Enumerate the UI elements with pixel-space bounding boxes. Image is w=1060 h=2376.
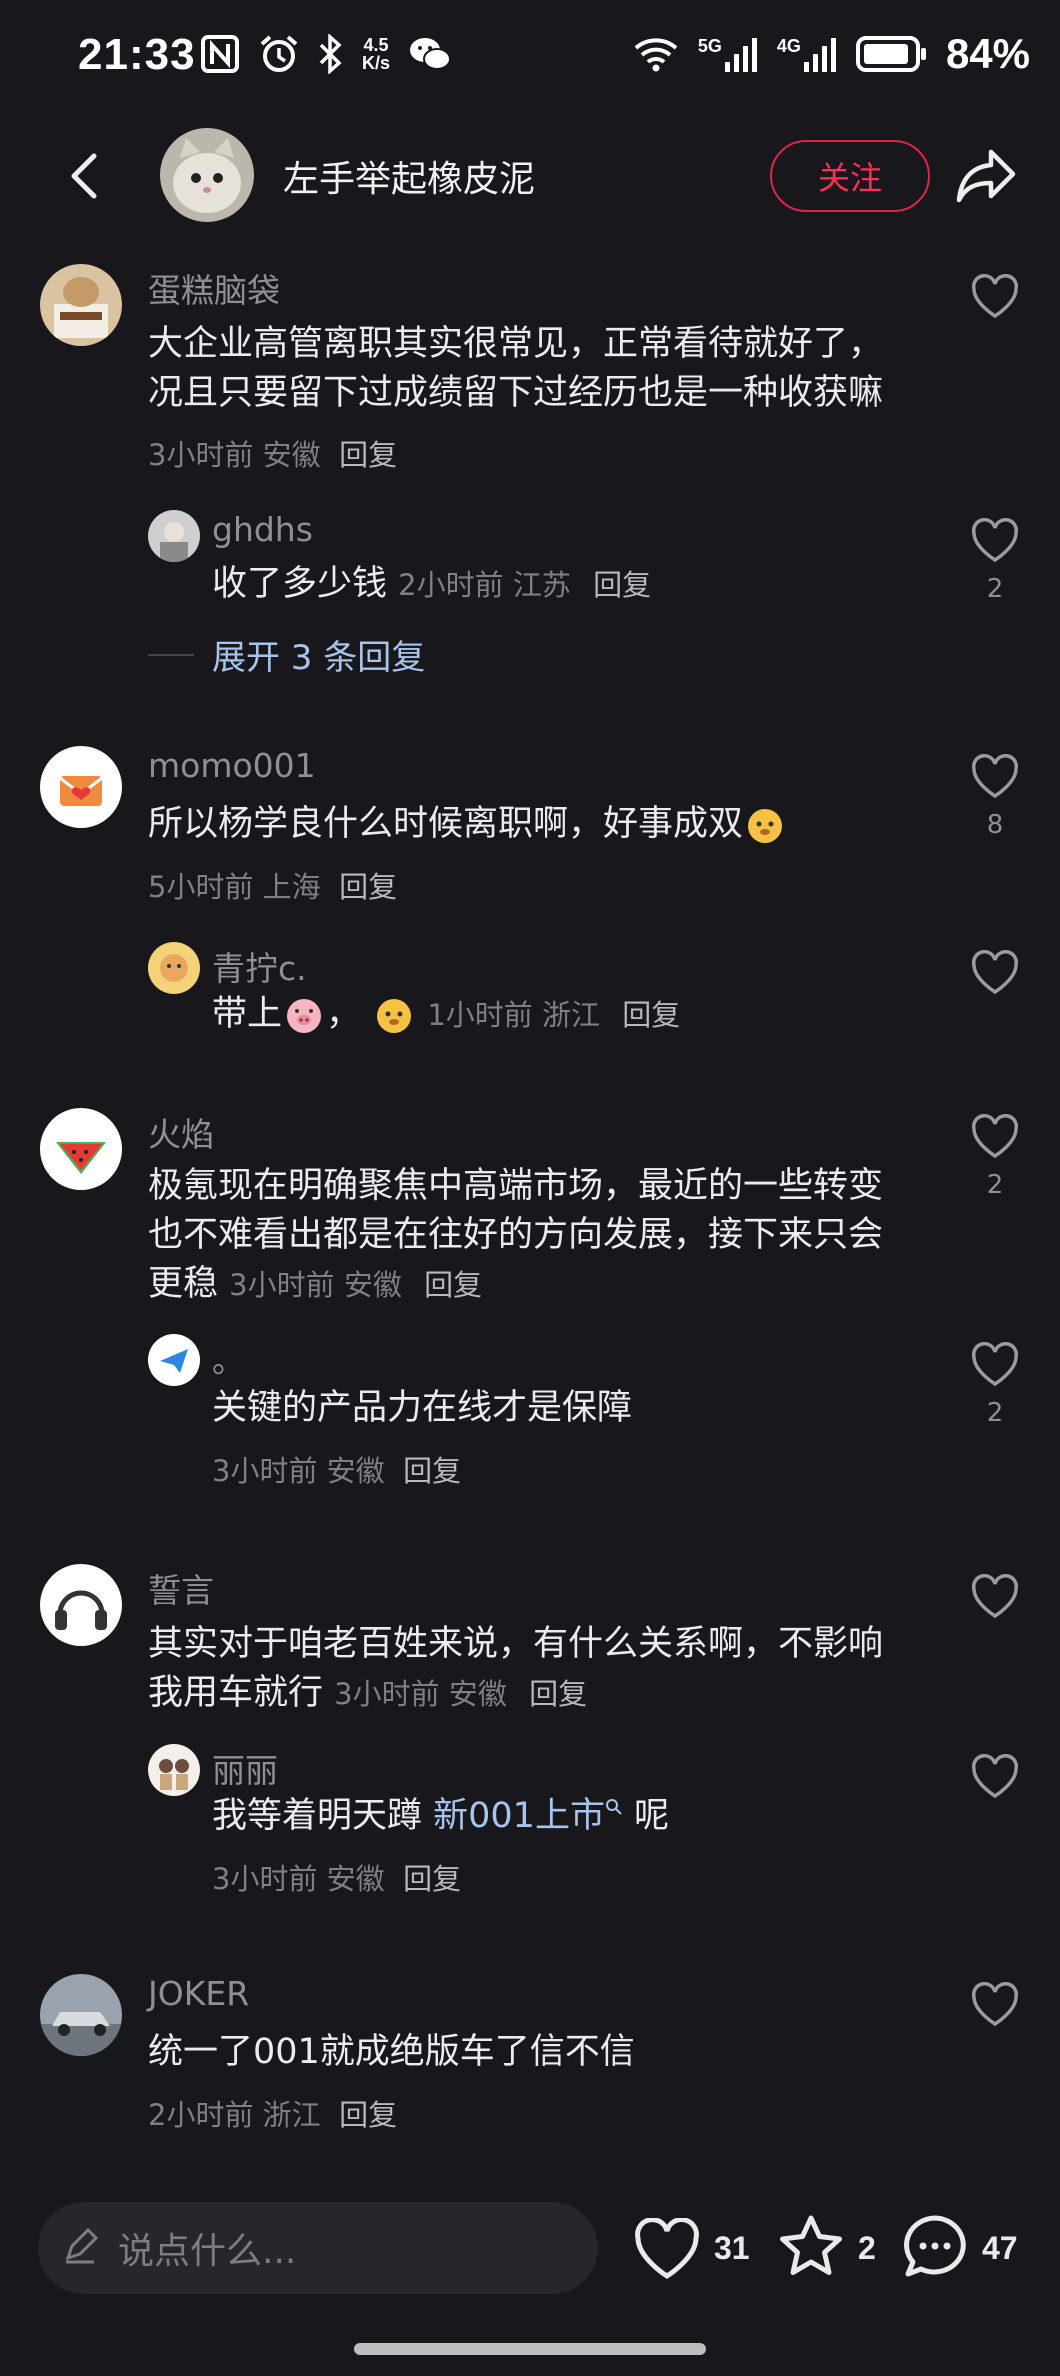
comment-meta: 3小时前 安徽 [229,1268,402,1302]
signal-4g: 4G [777,36,838,72]
comment-meta: 3小时前 安徽 回复 [212,1862,462,1896]
comment-text: 统一了001就成绝版车了信不信 [148,2032,635,2072]
comment-username[interactable]: 。 [212,1334,245,1382]
comment-input-placeholder[interactable]: 说点什么... [118,2222,296,2274]
bluetooth-icon [319,34,342,74]
comment-meta: 3小时前 安徽 回复 [148,438,398,472]
status-icons-right: 5G 4G 84% [632,30,1030,78]
like-heart-icon[interactable] [970,1342,1020,1388]
reply-button[interactable]: 回复 [403,1862,461,1896]
like-count: 2 [986,1398,1004,1428]
status-bar: 21:33 4.5 K/s 5G 4G 84% [0,0,1060,116]
pig-emoji-icon [287,999,322,1033]
reply-button[interactable]: 回复 [403,1454,461,1488]
avatar[interactable] [40,1108,122,1190]
comment-meta: 3小时前 安徽 [334,1677,507,1711]
alarm-icon [260,35,298,72]
divider [148,653,194,656]
comment-text: 极氪现在明确聚焦中高端市场，最近的一些转变 也不难看出都是在往好的方向发展，接下… [148,1166,884,1304]
battery-percent: 84% [945,30,1030,77]
like-heart-icon[interactable] [970,274,1020,320]
like-heart-icon[interactable] [970,518,1020,564]
star-icon[interactable] [776,2212,846,2282]
follow-button[interactable]: 关注 [770,140,930,212]
signal-bars-icon [803,38,836,72]
topic-link[interactable]: 新001上市 [433,1796,605,1836]
reply-button[interactable]: 回复 [622,998,680,1032]
wechat-icon [410,38,452,70]
battery-icon [855,36,926,72]
comment-text: 其实对于咱老百姓来说，有什么关系啊，不影响 我用车就行 3小时前 安徽 回复 [148,1624,884,1713]
author-avatar[interactable] [160,128,254,222]
share-icon[interactable] [955,146,1017,204]
signal-bars-icon [724,38,757,72]
reply-button[interactable]: 回复 [339,2098,397,2132]
reply-button[interactable]: 回复 [424,1268,482,1302]
status-icons-left: 4.5 K/s [200,34,452,74]
comment-username[interactable]: JOKER [148,1974,249,2013]
comment-username[interactable]: ghdhs [212,510,313,549]
net-speed: 4.5 K/s [362,35,391,73]
like-heart-icon[interactable] [970,950,1020,996]
avatar[interactable] [40,264,122,346]
comment-username[interactable]: momo001 [148,746,316,785]
comment-username[interactable]: 青拧c. [212,942,307,990]
status-time: 21:33 [78,30,196,79]
comment-text: 我等着明天蹲 新001上市 呢 [212,1796,670,1836]
comment-meta: 5小时前 上海 回复 [148,870,398,904]
like-heart-icon[interactable] [970,754,1020,800]
back-arrow-icon[interactable] [60,150,110,202]
author-name[interactable]: 左手举起橡皮泥 [283,150,535,202]
comment-username[interactable]: 火焰 [148,1108,214,1156]
comment-meta: 3小时前 安徽 回复 [212,1454,462,1488]
doge-emoji-icon [377,999,412,1033]
avatar[interactable] [148,942,200,994]
nfc-icon [201,35,239,73]
avatar[interactable] [40,1564,122,1646]
comment-meta: 2小时前 浙江 回复 [148,2098,398,2132]
comment-text: 收了多少钱 2小时前 江苏 回复 [212,564,652,604]
avatar[interactable] [148,1334,200,1386]
comment-username[interactable]: 蛋糕脑袋 [148,264,280,312]
favorite-count: 2 [858,2230,876,2266]
like-count: 8 [986,810,1004,840]
like-heart-icon[interactable] [970,1114,1020,1160]
like-count: 2 [986,574,1004,604]
comment-text: 所以杨学良什么时候离职啊，好事成双 [148,800,787,849]
reply-button[interactable]: 回复 [339,870,397,904]
comment-text: 带上， 1小时前 浙江 回复 [212,994,681,1034]
doge-emoji-icon [748,809,783,843]
wifi-icon [634,38,678,72]
like-count: 2 [986,1170,1004,1200]
comment-text: 关键的产品力在线才是保障 [212,1388,633,1428]
home-indicator[interactable] [354,2343,706,2355]
signal-5g: 5G [698,36,759,72]
comment-username[interactable]: 誓言 [148,1564,214,1612]
comment-meta: 2小时前 江苏 [398,568,571,602]
avatar[interactable] [40,746,122,828]
pen-icon [65,2227,99,2264]
like-heart-icon[interactable] [970,1754,1020,1800]
comment-count: 47 [982,2230,1018,2266]
reply-button[interactable]: 回复 [339,438,397,472]
comment-meta: 1小时前 浙江 [427,998,600,1032]
like-heart-icon[interactable] [970,1574,1020,1620]
comment-text: 大企业高管离职其实很常见，正常看待就好了， 况且只要留下过成绩留下过经历也是一种… [148,324,884,413]
comment-bubble-icon[interactable] [900,2212,970,2282]
avatar[interactable] [40,1974,122,2056]
search-icon[interactable] [605,1798,623,1816]
expand-replies-button[interactable]: 展开 3 条回复 [148,630,425,679]
avatar[interactable] [148,510,200,562]
reply-button[interactable]: 回复 [593,568,651,602]
comment-username[interactable]: 丽丽 [212,1744,278,1792]
like-count: 31 [714,2230,750,2266]
like-heart-icon[interactable] [632,2218,702,2282]
avatar[interactable] [148,1744,200,1796]
reply-button[interactable]: 回复 [529,1677,587,1711]
like-heart-icon[interactable] [970,1982,1020,2028]
